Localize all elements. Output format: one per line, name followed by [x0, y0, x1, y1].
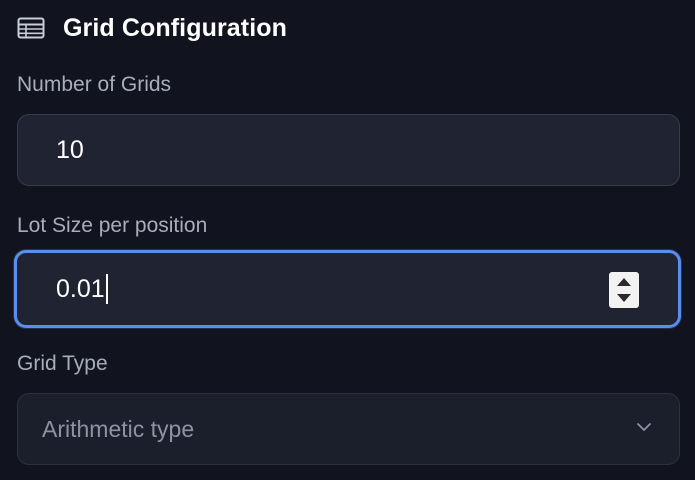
- lot-size-input[interactable]: 0.01: [14, 250, 681, 328]
- grid-type-select[interactable]: Arithmetic type: [17, 393, 680, 465]
- grid-configuration-panel: Grid Configuration Number of Grids 10 Lo…: [0, 0, 695, 480]
- number-of-grids-input[interactable]: 10: [17, 114, 680, 186]
- table-icon: [17, 17, 45, 39]
- number-of-grids-label: Number of Grids: [17, 73, 172, 96]
- lot-size-label: Lot Size per position: [17, 214, 208, 237]
- chevron-down-icon: [637, 423, 651, 431]
- text-caret: [105, 274, 108, 304]
- decrement-arrow-icon[interactable]: [617, 294, 631, 302]
- grid-type-selected-value: Arithmetic type: [42, 415, 195, 442]
- increment-arrow-icon[interactable]: [617, 278, 631, 286]
- number-spinner[interactable]: [609, 272, 639, 308]
- number-of-grids-value: 10: [56, 135, 84, 164]
- section-header: Grid Configuration: [17, 0, 679, 56]
- lot-size-value: 0.01: [56, 274, 105, 303]
- section-title: Grid Configuration: [63, 13, 287, 42]
- grid-type-label: Grid Type: [17, 352, 108, 375]
